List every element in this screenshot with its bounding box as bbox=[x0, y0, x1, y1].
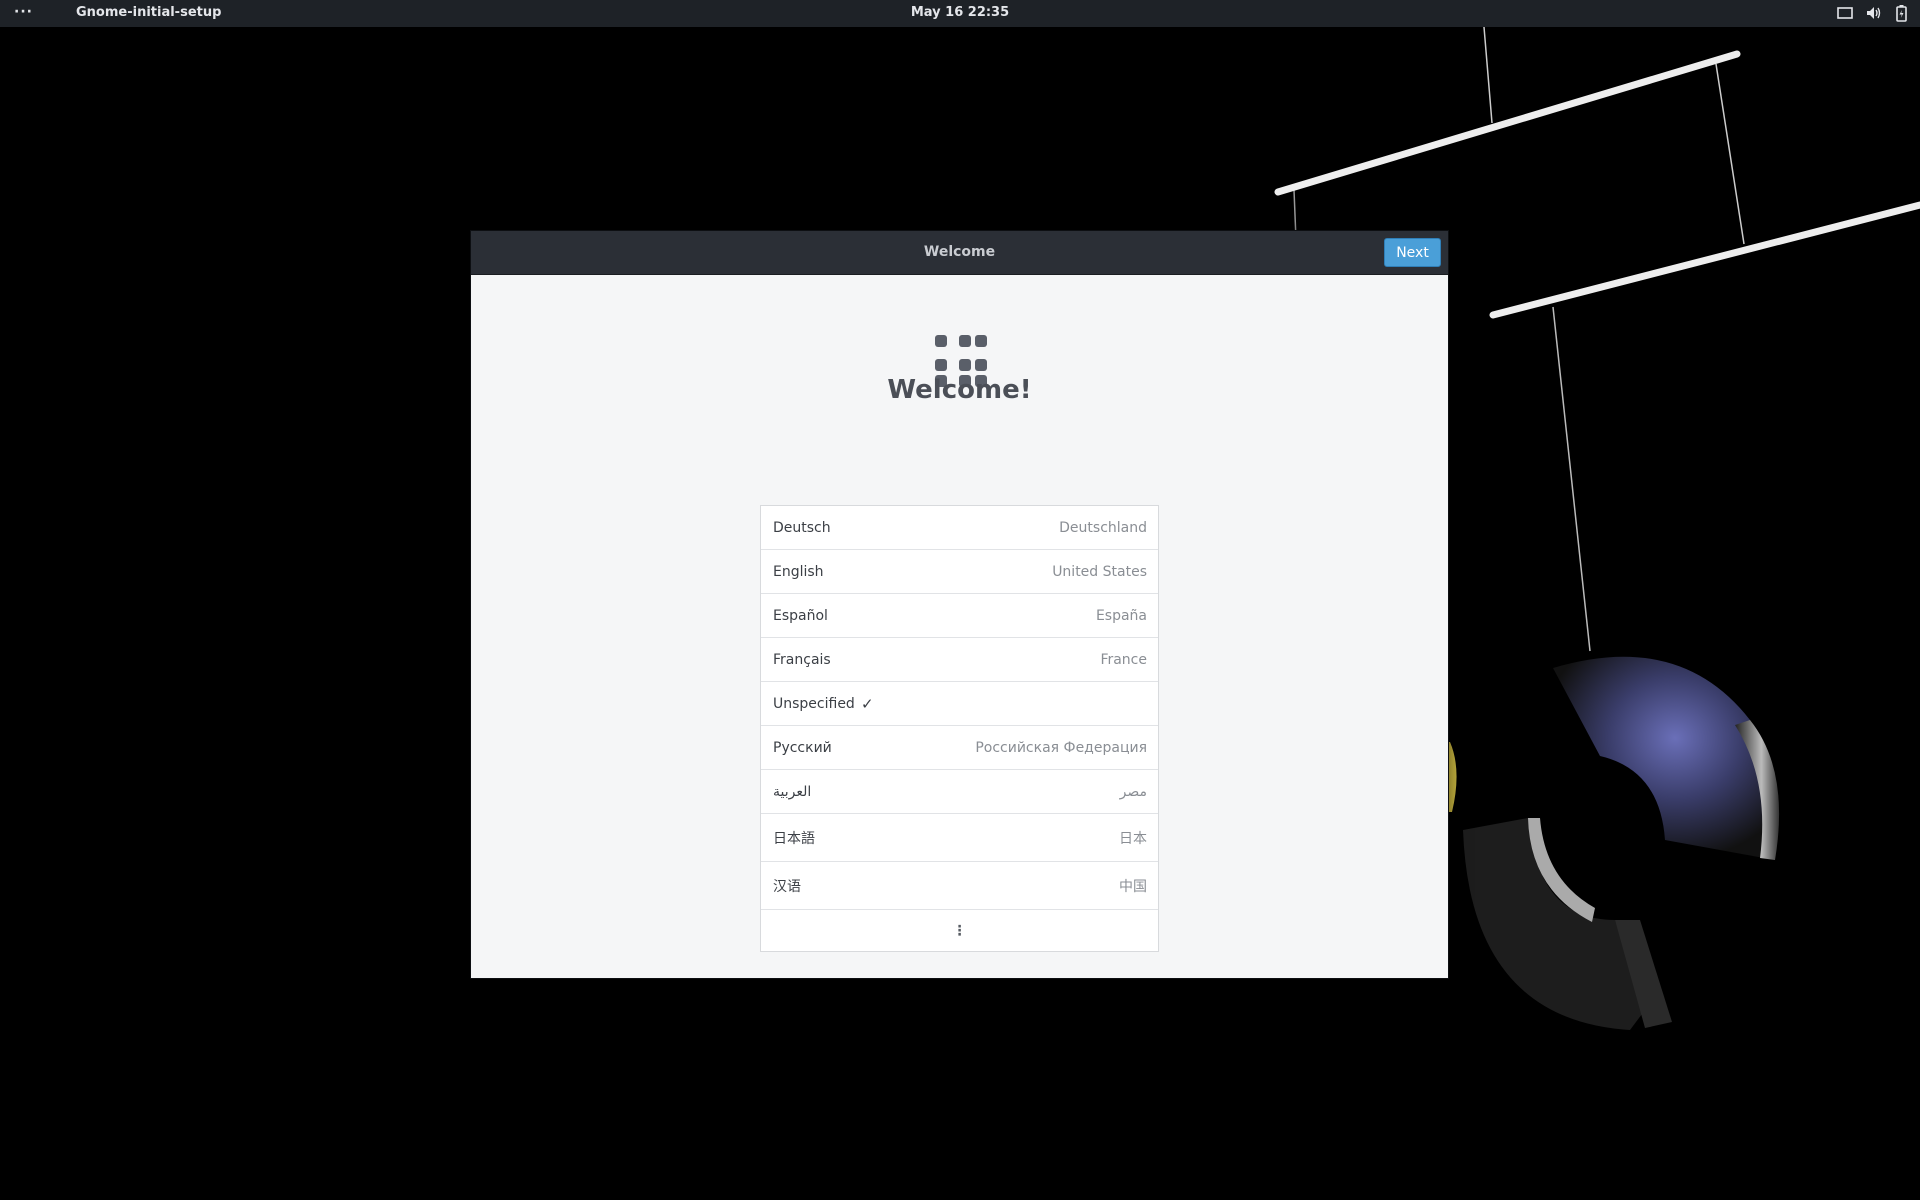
clock-container: May 16 22:35 bbox=[0, 5, 1920, 20]
clock[interactable]: May 16 22:35 bbox=[911, 5, 1009, 20]
language-name: Español bbox=[773, 607, 828, 624]
language-list[interactable]: Deutsch Deutschland English United State… bbox=[760, 505, 1159, 952]
battery-icon[interactable] bbox=[1892, 4, 1910, 22]
top-bar: ··· Gnome-initial-setup May 16 22:35 bbox=[0, 0, 1920, 27]
display-icon[interactable] bbox=[1836, 4, 1854, 22]
language-row-russian[interactable]: Русский Российская Федерация bbox=[761, 726, 1158, 770]
language-region: Российская Федерация bbox=[975, 739, 1147, 756]
language-row-francais[interactable]: Français France bbox=[761, 638, 1158, 682]
window-title: Welcome bbox=[923, 244, 996, 260]
language-name: English bbox=[773, 563, 824, 580]
activities-button[interactable]: ··· bbox=[14, 4, 33, 20]
language-region: France bbox=[1100, 651, 1147, 668]
app-menu[interactable]: Gnome-initial-setup bbox=[76, 5, 221, 20]
language-name: 汉语 bbox=[773, 878, 801, 895]
language-row-english[interactable]: English United States bbox=[761, 550, 1158, 594]
language-row-chinese[interactable]: 汉语 中国 bbox=[761, 862, 1158, 910]
language-region: 日本 bbox=[1119, 830, 1147, 847]
more-icon: ⋮ bbox=[952, 922, 967, 939]
language-name: العربية bbox=[773, 783, 812, 800]
welcome-heading: Welcome! bbox=[887, 375, 1032, 405]
more-languages-button[interactable]: ⋮ bbox=[761, 910, 1158, 951]
language-row-japanese[interactable]: 日本語 日本 bbox=[761, 814, 1158, 862]
checkmark-icon: ✓ bbox=[861, 694, 874, 713]
welcome-content: Welcome! Deutsch Deutschland English Uni… bbox=[471, 275, 1448, 978]
system-tray[interactable] bbox=[1836, 4, 1910, 22]
language-region: 中国 bbox=[1119, 878, 1147, 895]
language-row-espanol[interactable]: Español España bbox=[761, 594, 1158, 638]
language-row-deutsch[interactable]: Deutsch Deutschland bbox=[761, 506, 1158, 550]
language-name: 日本語 bbox=[773, 830, 815, 847]
next-button[interactable]: Next bbox=[1384, 238, 1441, 267]
language-region: España bbox=[1095, 607, 1147, 624]
language-region: Deutschland bbox=[1059, 519, 1147, 536]
volume-icon[interactable] bbox=[1864, 4, 1882, 22]
header-bar: Welcome Next bbox=[471, 231, 1448, 275]
language-row-unspecified[interactable]: Unspecified ✓ bbox=[761, 682, 1158, 726]
language-name: Français bbox=[773, 651, 831, 668]
language-name: Unspecified bbox=[773, 695, 855, 712]
welcome-window: Welcome Next Welcome! Deutsch Deutschlan… bbox=[471, 231, 1448, 978]
language-region: مصر bbox=[1119, 783, 1147, 800]
language-row-arabic[interactable]: العربية مصر bbox=[761, 770, 1158, 814]
language-name: Deutsch bbox=[773, 519, 831, 536]
language-name: Русский bbox=[773, 739, 832, 756]
language-region: United States bbox=[1052, 563, 1147, 580]
